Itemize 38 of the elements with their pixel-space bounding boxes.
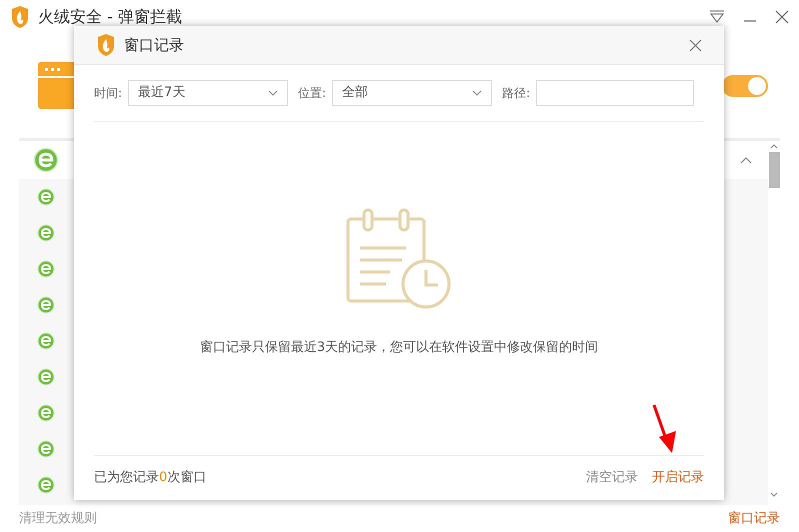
browser-e-icon xyxy=(37,476,55,494)
window-title: 火绒安全 - 弹窗拦截 xyxy=(38,6,182,28)
browser-e-icon xyxy=(37,188,55,206)
browser-e-icon xyxy=(37,296,55,314)
chevron-down-icon[interactable] xyxy=(472,90,482,96)
clean-rules-link[interactable]: 清理无效规则 xyxy=(19,509,97,529)
app-logo-icon xyxy=(10,6,30,28)
menu-triangle-icon[interactable] xyxy=(709,10,725,24)
chevron-down-icon[interactable] xyxy=(268,90,278,96)
browser-e-icon xyxy=(37,404,55,422)
scrollbar-thumb[interactable] xyxy=(768,152,780,188)
empty-message: 窗口记录只保留最近3天的记录，您可以在软件设置中修改保留的时间 xyxy=(200,339,598,357)
annotation-arrow xyxy=(652,403,678,455)
group-browser-icon xyxy=(33,147,59,173)
filter-label: 时间: xyxy=(94,85,122,102)
dropdown[interactable]: 最近7天 xyxy=(128,80,288,106)
filter-label: 位置: xyxy=(298,85,326,102)
scroll-down-icon[interactable] xyxy=(770,492,778,497)
collapse-chevron-icon[interactable] xyxy=(740,156,752,164)
browser-e-icon xyxy=(37,368,55,386)
close-icon[interactable] xyxy=(689,38,702,52)
browser-e-icon xyxy=(37,224,55,242)
dialog-title: 窗口记录 xyxy=(124,34,184,56)
close-icon[interactable] xyxy=(775,10,789,24)
record-count-text: 已为您记录0次窗口 xyxy=(94,469,206,488)
browser-e-icon xyxy=(37,260,55,278)
filter-label: 路径: xyxy=(502,85,530,102)
flame-logo-icon xyxy=(96,34,116,56)
browser-e-icon xyxy=(37,440,55,458)
path-input-field[interactable] xyxy=(536,80,694,106)
start-record-button[interactable]: 开启记录 xyxy=(652,468,704,488)
window-records-link[interactable]: 窗口记录 xyxy=(728,509,780,529)
clear-record-button[interactable]: 清空记录 xyxy=(586,468,638,488)
toggle-switch[interactable] xyxy=(722,75,768,97)
scroll-up-icon[interactable] xyxy=(770,144,778,149)
dropdown[interactable]: 全部 xyxy=(332,80,492,106)
calendar-clock-icon xyxy=(346,208,452,310)
browser-e-icon xyxy=(37,332,55,350)
